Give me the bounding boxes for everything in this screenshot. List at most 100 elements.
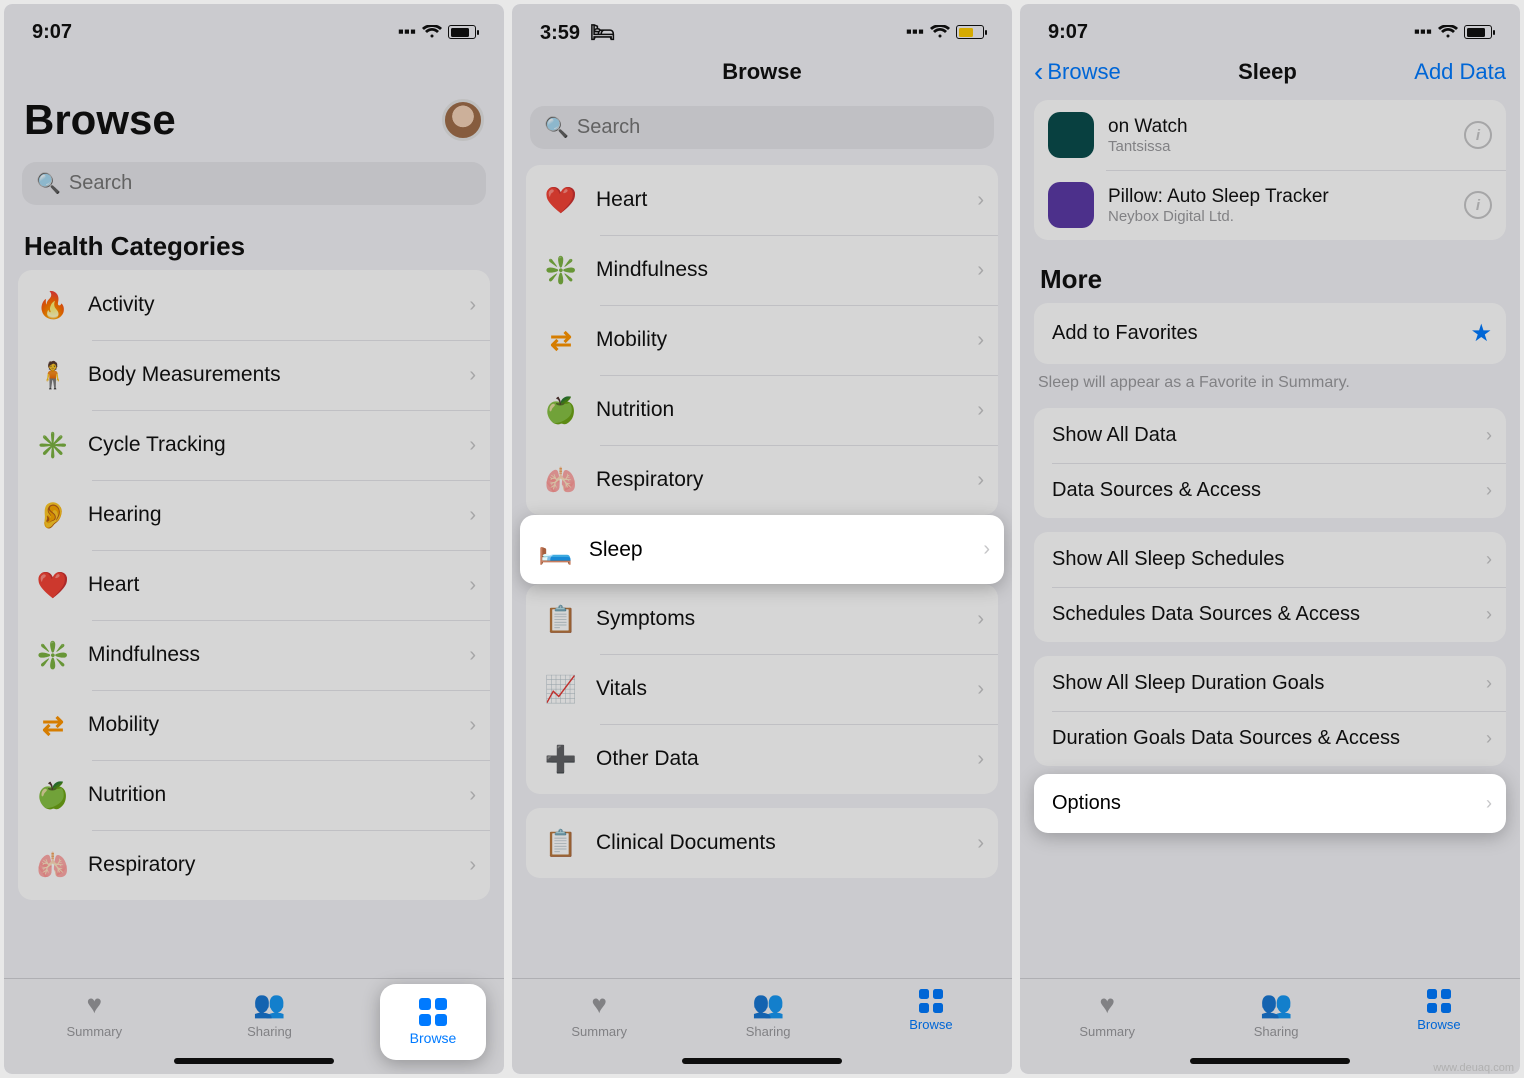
category-mindfulness[interactable]: ❇️Mindfulness› (18, 620, 490, 690)
data-sources-row[interactable]: Data Sources & Access› (1034, 463, 1506, 518)
options-row[interactable]: Options › (1034, 774, 1506, 833)
chevron-right-icon: › (1486, 673, 1492, 694)
chevron-right-icon: › (977, 259, 984, 282)
app-icon (1048, 112, 1094, 158)
add-to-favorites-row[interactable]: Add to Favorites ★ (1034, 303, 1506, 364)
people-icon: 👥 (752, 989, 784, 1020)
chevron-right-icon: › (469, 504, 476, 527)
chevron-right-icon: › (1486, 549, 1492, 570)
chevron-right-icon: › (977, 399, 984, 422)
screen-browse-sleep: 3:59🛏︎ ▪▪▪ Browse 🔍 ❤️Heart› ❇️Mindfulne… (512, 4, 1012, 1074)
mindfulness-icon: ❇️ (34, 636, 72, 674)
chevron-right-icon: › (1486, 604, 1492, 625)
lungs-icon: 🫁 (542, 461, 580, 499)
category-activity[interactable]: 🔥Activity› (18, 270, 490, 340)
battery-icon (448, 25, 476, 39)
search-input[interactable] (577, 116, 980, 139)
heart-icon: ♥ (87, 989, 102, 1020)
category-other-data[interactable]: ➕Other Data› (526, 724, 998, 794)
section-header: Health Categories (4, 221, 504, 270)
cycle-icon: ✳️ (34, 426, 72, 464)
page-title: Browse (722, 59, 801, 85)
show-duration-goals-row[interactable]: Show All Sleep Duration Goals› (1034, 656, 1506, 711)
tab-browse[interactable]: Browse (380, 984, 486, 1060)
mindfulness-icon: ❇️ (542, 251, 580, 289)
wifi-icon (930, 25, 950, 39)
tab-summary[interactable]: ♥Summary (1079, 989, 1135, 1074)
vitals-icon: 📈 (542, 670, 580, 708)
favorites-group: Add to Favorites ★ (1034, 303, 1506, 364)
profile-avatar[interactable] (442, 99, 484, 141)
data-group: Show All Data› Data Sources & Access› (1034, 408, 1506, 518)
category-respiratory[interactable]: 🫁Respiratory› (18, 830, 490, 900)
nav-bar: ‹Browse Sleep Add Data (1020, 48, 1520, 100)
category-cycle-tracking[interactable]: ✳️Cycle Tracking› (18, 410, 490, 480)
home-indicator[interactable] (174, 1058, 334, 1064)
category-sleep[interactable]: 🛏️ Sleep › (520, 515, 1004, 584)
search-field[interactable]: 🔍 (22, 162, 486, 205)
chevron-right-icon: › (983, 538, 990, 561)
screen-browse-categories: 9:07 ▪▪▪ Browse 🔍 Health Categories 🔥Act… (4, 4, 504, 1074)
category-body-measurements[interactable]: 🧍Body Measurements› (18, 340, 490, 410)
back-button[interactable]: ‹Browse (1034, 56, 1121, 88)
chevron-right-icon: › (469, 854, 476, 877)
category-nutrition[interactable]: 🍏Nutrition› (526, 375, 998, 445)
search-input[interactable] (69, 172, 472, 195)
apple-icon: 🍏 (34, 776, 72, 814)
battery-icon (1464, 25, 1492, 39)
cellular-icon: ▪▪▪ (398, 22, 416, 42)
info-icon[interactable]: i (1464, 191, 1492, 219)
chevron-right-icon: › (1486, 728, 1492, 749)
flame-icon: 🔥 (34, 286, 72, 324)
category-mobility[interactable]: ⇄Mobility› (526, 305, 998, 375)
info-icon[interactable]: i (1464, 121, 1492, 149)
document-icon: 📋 (542, 824, 580, 862)
bed-icon: 🛏️ (538, 533, 573, 566)
category-mobility[interactable]: ⇄Mobility› (18, 690, 490, 760)
chevron-right-icon: › (1486, 793, 1492, 814)
chevron-left-icon: ‹ (1034, 56, 1043, 88)
page-title: Sleep (1238, 59, 1297, 85)
show-all-data-row[interactable]: Show All Data› (1034, 408, 1506, 463)
status-icons: ▪▪▪ (1414, 22, 1492, 42)
search-field[interactable]: 🔍 (530, 106, 994, 149)
home-indicator[interactable] (1190, 1058, 1350, 1064)
people-icon: 👥 (1260, 989, 1292, 1020)
category-hearing[interactable]: 👂Hearing› (18, 480, 490, 550)
watermark: www.deuaq.com (1433, 1062, 1514, 1074)
chevron-right-icon: › (977, 469, 984, 492)
grid-icon (919, 989, 943, 1013)
app-row[interactable]: on WatchTantsissa i (1034, 100, 1506, 170)
category-mindfulness[interactable]: ❇️Mindfulness› (526, 235, 998, 305)
category-vitals[interactable]: 📈Vitals› (526, 654, 998, 724)
tab-summary[interactable]: ♥Summary (571, 989, 627, 1074)
category-nutrition[interactable]: 🍏Nutrition› (18, 760, 490, 830)
large-title-bar: Browse (4, 48, 504, 156)
status-time: 9:07 (1048, 21, 1088, 44)
battery-icon (956, 25, 984, 39)
schedules-sources-row[interactable]: Schedules Data Sources & Access› (1034, 587, 1506, 642)
chevron-right-icon: › (977, 189, 984, 212)
apple-icon: 🍏 (542, 391, 580, 429)
lungs-icon: 🫁 (34, 846, 72, 884)
category-heart[interactable]: ❤️Heart› (18, 550, 490, 620)
tab-bar: ♥Summary 👥Sharing Browse (1020, 978, 1520, 1074)
add-data-button[interactable]: Add Data (1414, 59, 1506, 85)
app-icon (1048, 182, 1094, 228)
duration-group: Show All Sleep Duration Goals› Duration … (1034, 656, 1506, 766)
tab-browse[interactable]: Browse (909, 989, 952, 1074)
grid-icon (419, 998, 447, 1026)
home-indicator[interactable] (682, 1058, 842, 1064)
category-heart[interactable]: ❤️Heart› (526, 165, 998, 235)
category-symptoms[interactable]: 📋Symptoms› (526, 584, 998, 654)
apps-list: on WatchTantsissa i Pillow: Auto Sleep T… (1034, 100, 1506, 240)
page-title: Browse (24, 96, 176, 144)
nav-bar: Browse (512, 48, 1012, 100)
app-row[interactable]: Pillow: Auto Sleep TrackerNeybox Digital… (1034, 170, 1506, 240)
category-respiratory[interactable]: 🫁Respiratory› (526, 445, 998, 515)
show-all-schedules-row[interactable]: Show All Sleep Schedules› (1034, 532, 1506, 587)
duration-sources-row[interactable]: Duration Goals Data Sources & Access› (1034, 711, 1506, 766)
chevron-right-icon: › (1486, 425, 1492, 446)
tab-summary[interactable]: ♥Summary (66, 989, 122, 1074)
row-clinical-documents[interactable]: 📋Clinical Documents› (526, 808, 998, 878)
